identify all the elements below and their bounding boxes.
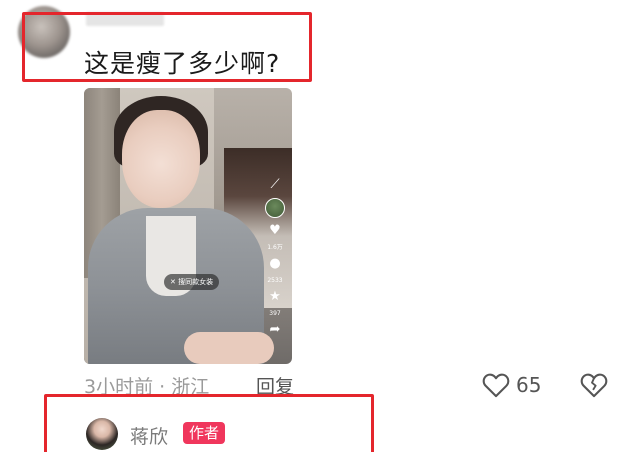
comment-text: 这是瘦了多少啊? [84,49,281,78]
star-icon[interactable]: ★ [269,290,281,304]
video-thumbnail[interactable]: ✕ 搜同款女装 ⟋ ♥ 1.6万 ● 2533 ★ 397 ➦ [84,88,292,364]
dislike-button[interactable] [580,372,608,402]
broken-heart-icon [580,373,608,398]
like-button[interactable]: 65 [482,372,541,398]
video-star-count: 397 [269,310,281,317]
video-person-face [122,110,200,208]
heart-icon[interactable]: ♥ [269,224,281,238]
author-badge: 作者 [183,422,226,444]
heart-outline-icon [482,373,510,398]
video-comment-count: 2533 [267,277,283,284]
video-product-tag[interactable]: ✕ 搜同款女装 [164,274,220,290]
video-side-actions: ⟋ ♥ 1.6万 ● 2533 ★ 397 ➦ [262,178,288,337]
author-avatar[interactable] [86,418,118,450]
share-arrow-icon[interactable]: ➦ [270,323,281,337]
video-like-count: 1.6万 [267,244,283,251]
video-person-hand [184,332,274,364]
wand-icon[interactable]: ⟋ [270,178,279,192]
video-author-avatar[interactable] [265,198,285,218]
comment-icon[interactable]: ● [269,257,280,271]
author-name[interactable]: 蒋欣 [130,422,168,449]
like-count: 65 [516,373,542,397]
